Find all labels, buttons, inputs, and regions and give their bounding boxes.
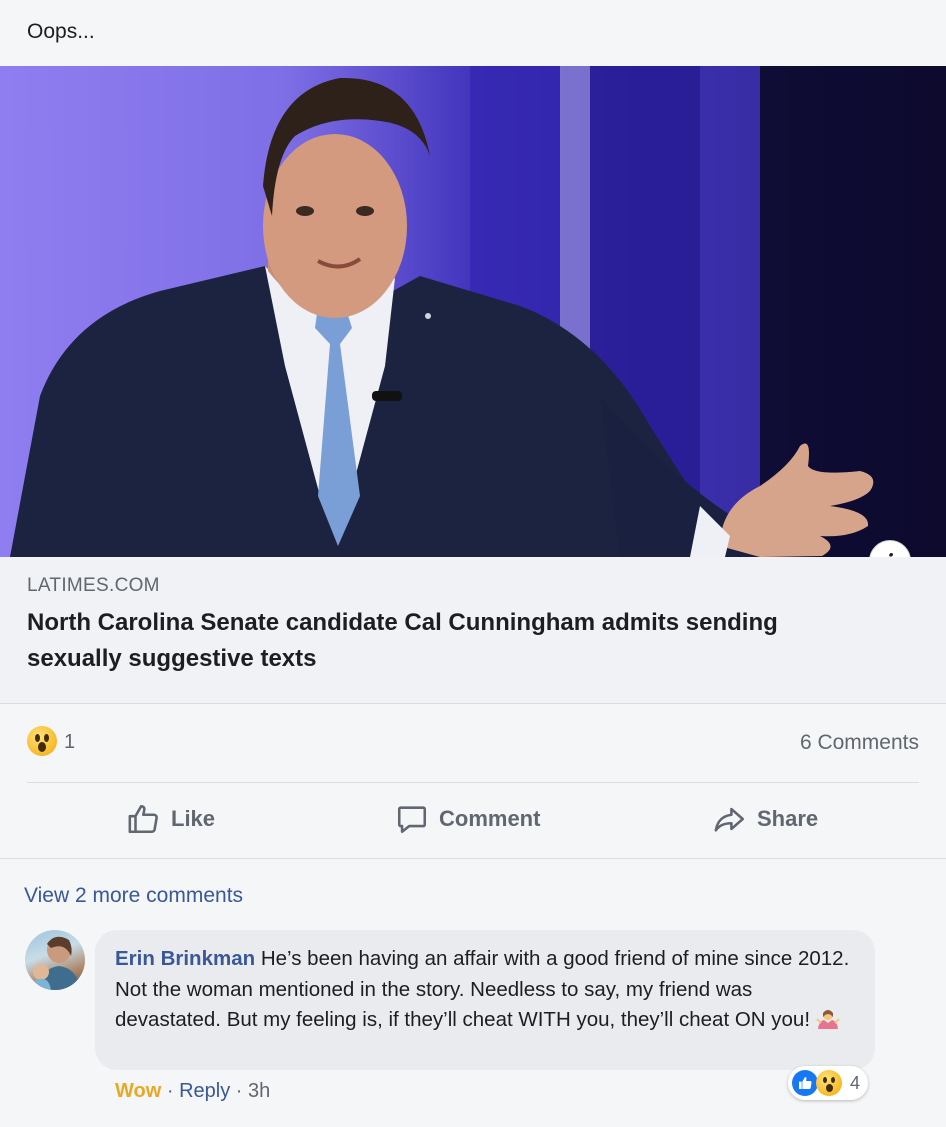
separator: · [235, 1080, 243, 1102]
comment-reaction-count: 4 [850, 1072, 861, 1093]
facebook-post: Oops... LATIMES.COM North Carolina Senat… [0, 0, 946, 1127]
comment-bubble: Erin Brinkman He’s been having an affair… [95, 930, 875, 1070]
link-preview-image[interactable] [0, 66, 946, 557]
comment-label: Comment [439, 806, 541, 831]
wow-reaction-icon[interactable] [27, 726, 57, 756]
avatar[interactable] [25, 930, 85, 990]
reaction-count[interactable]: 1 [64, 731, 75, 754]
link-domain: LATIMES.COM [27, 575, 160, 596]
view-more-comments-link[interactable]: View 2 more comments [24, 884, 243, 908]
like-reaction-icon [792, 1070, 818, 1096]
comment-author-link[interactable]: Erin Brinkman [115, 947, 255, 970]
share-label: Share [757, 806, 819, 831]
divider [0, 858, 946, 859]
like-label: Like [171, 806, 216, 831]
thumbs-up-icon [128, 804, 158, 834]
reply-link[interactable]: Reply [179, 1080, 230, 1102]
post-action-bar: Like Comment Share [0, 784, 946, 856]
comment-reactions[interactable]: 4 [788, 1066, 869, 1100]
comment-text: Erin Brinkman He’s been having an affair… [115, 944, 860, 1036]
comment-timestamp[interactable]: 3h [248, 1080, 270, 1102]
link-preview-meta[interactable]: LATIMES.COM North Carolina Senate candid… [0, 557, 946, 704]
share-arrow-icon [714, 807, 745, 832]
reaction-summary-row: 1 6 Comments [0, 703, 946, 783]
like-button[interactable]: Like [127, 802, 215, 836]
wow-reaction-link[interactable]: Wow [115, 1080, 161, 1102]
share-button[interactable]: Share [713, 802, 818, 836]
speech-bubble-icon [397, 806, 427, 834]
avatar-photo [31, 936, 81, 990]
wow-reaction-icon [816, 1070, 842, 1096]
person-shrugging-emoji-icon [816, 1010, 840, 1029]
link-headline[interactable]: North Carolina Senate candidate Cal Cunn… [27, 605, 857, 677]
separator: · [166, 1080, 174, 1102]
news-photo-illustration [10, 66, 946, 557]
post-text: Oops... [27, 20, 95, 43]
comment-footer: Wow · Reply · 3h [115, 1080, 270, 1103]
comment-button[interactable]: Comment [395, 802, 540, 836]
comments-count-link[interactable]: 6 Comments [800, 731, 919, 755]
divider [27, 782, 919, 783]
